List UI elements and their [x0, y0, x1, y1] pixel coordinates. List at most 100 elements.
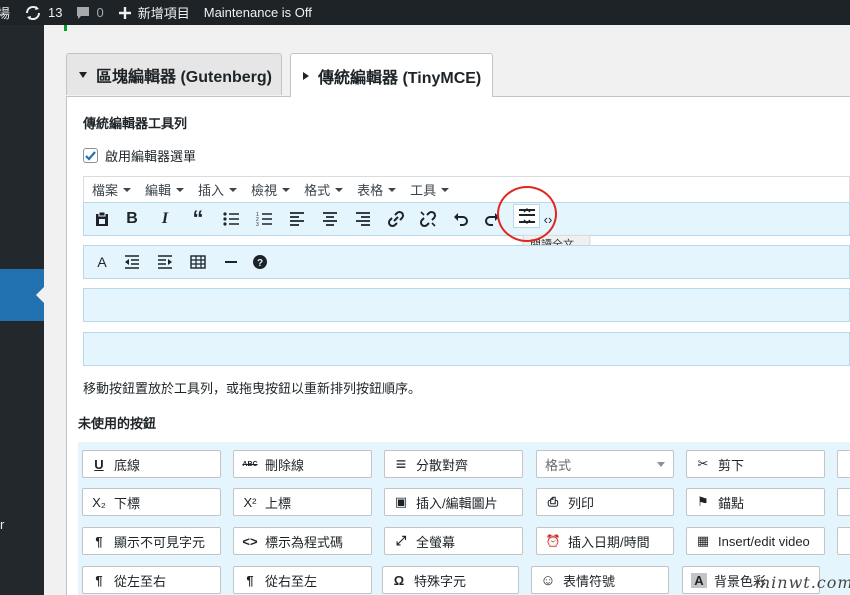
align-left-icon[interactable]	[284, 206, 310, 232]
caret-down-icon	[335, 187, 344, 192]
menu-edit-label: 編輯	[145, 183, 172, 198]
enable-menu-checkbox[interactable]	[83, 148, 98, 163]
format-select-label: 格式	[545, 457, 572, 473]
button-label: 標示為程式碼	[265, 534, 344, 550]
align-right-icon[interactable]	[350, 206, 376, 232]
button-label: 下標	[114, 495, 141, 511]
bold-icon[interactable]: B	[119, 206, 145, 232]
editor-toolbar-3[interactable]	[83, 288, 850, 322]
numbered-list-icon[interactable]: 123	[251, 206, 277, 232]
maintenance-status[interactable]: Maintenance is Off	[204, 5, 312, 20]
sidebar-current-arrow	[36, 287, 44, 303]
comments-link[interactable]: 0	[76, 5, 104, 20]
caret-down-icon	[388, 187, 397, 192]
unused-button-partial[interactable]	[837, 527, 850, 555]
align-center-icon[interactable]	[317, 206, 343, 232]
sidebar-cut-letter[interactable]: r	[0, 517, 4, 532]
comment-icon	[77, 6, 90, 19]
image-icon: ▣	[394, 494, 408, 509]
tab-gutenberg[interactable]: 區塊編輯器 (Gutenberg)	[66, 53, 282, 95]
menu-view[interactable]: 檢視	[251, 180, 291, 199]
svg-text:3: 3	[256, 222, 259, 226]
button-label: Insert/edit video	[718, 533, 810, 549]
scissors-icon: ✂	[697, 456, 709, 471]
unused-button-partial[interactable]	[837, 450, 850, 478]
unused-button-anchor[interactable]: ⚑ 錨點	[686, 488, 825, 516]
tab-gutenberg-label: 區塊編輯器 (Gutenberg)	[96, 68, 272, 86]
omega-icon: Ω	[393, 572, 405, 588]
tab-tinymce[interactable]: 傳統編輯器 (TinyMCE)	[290, 53, 493, 97]
strikethrough-icon: ABC	[242, 460, 258, 468]
horizontal-line-icon[interactable]	[218, 249, 244, 275]
help-icon[interactable]: ?	[247, 249, 273, 275]
background-color-icon: A	[691, 572, 707, 588]
comments-count: 0	[96, 5, 104, 20]
table-icon[interactable]	[185, 249, 211, 275]
triangle-down-icon	[79, 71, 87, 78]
unused-button-fullscreen[interactable]: ⤢ 全螢幕	[384, 527, 523, 555]
button-label: 刪除線	[265, 457, 305, 473]
unused-button-visual-chars[interactable]: ¶ 顯示不可見字元	[82, 527, 221, 555]
unused-button-partial[interactable]	[837, 488, 850, 516]
paste-icon[interactable]	[89, 206, 115, 232]
unused-button-charmap[interactable]: Ω 特殊字元	[382, 566, 519, 594]
updates-link[interactable]: 13	[24, 5, 62, 21]
unused-button-justify[interactable]: ≡ 分散對齊	[384, 450, 523, 478]
plus-icon	[118, 6, 131, 19]
caret-down-icon	[282, 187, 291, 192]
text-color-icon[interactable]: A	[89, 249, 115, 275]
unused-button-video[interactable]: ▦ Insert/edit video	[686, 527, 825, 555]
menu-table[interactable]: 表格	[357, 180, 397, 199]
unused-button-image[interactable]: ▣ 插入/編輯圖片	[384, 488, 523, 516]
button-label: 表情符號	[563, 573, 616, 589]
section-title: 傳統編輯器工具列	[83, 116, 188, 131]
menu-format[interactable]: 格式	[304, 180, 344, 199]
svg-text:?: ?	[257, 258, 263, 269]
unused-button-emoticons[interactable]: ☺ 表情符號	[531, 566, 669, 594]
button-label: 從右至左	[265, 573, 318, 589]
blockquote-icon[interactable]: “	[185, 206, 211, 232]
unused-button-ltr[interactable]: ¶ 從左至右	[82, 566, 221, 594]
menu-tools[interactable]: 工具	[410, 180, 450, 199]
unused-button-strikethrough[interactable]: ABC 刪除線	[233, 450, 372, 478]
unused-button-superscript[interactable]: X² 上標	[233, 488, 372, 516]
unused-button-rtl[interactable]: ¶ 從右至左	[233, 566, 372, 594]
help-text: 移動按鈕置放於工具列，或拖曳按鈕以重新排列按鈕順序。	[83, 381, 422, 396]
unused-button-print[interactable]: ⎙ 列印	[536, 488, 674, 516]
select-caret-icon	[657, 461, 665, 467]
menu-file[interactable]: 檔案	[92, 180, 132, 199]
menu-edit[interactable]: 編輯	[145, 180, 185, 199]
undo-icon[interactable]	[448, 206, 474, 232]
unused-button-datetime[interactable]: ⏰ 插入日期/時間	[536, 527, 674, 555]
menu-insert[interactable]: 插入	[198, 180, 238, 199]
indent-icon[interactable]	[152, 249, 178, 275]
unused-button-cut[interactable]: ✂ 剪下	[686, 450, 825, 478]
new-item-link[interactable]: 新增項目	[118, 3, 190, 22]
caret-down-icon	[176, 187, 185, 192]
menu-format-label: 格式	[304, 183, 331, 198]
smiley-icon: ☺	[540, 571, 556, 589]
button-label: 特殊字元	[414, 573, 467, 589]
unlink-icon[interactable]	[415, 206, 441, 232]
editor-toolbar-1: B I “ 123 ‹›	[83, 202, 850, 236]
link-icon[interactable]	[383, 206, 409, 232]
new-item-label: 新增項目	[137, 6, 190, 21]
unused-button-code[interactable]: <> 標示為程式碼	[233, 527, 372, 555]
enable-menu-row[interactable]: 啟用編輯器選單	[83, 146, 196, 165]
editor-toolbar-4[interactable]	[83, 332, 850, 366]
checkmark-icon	[85, 151, 96, 161]
button-label: 剪下	[718, 457, 745, 473]
admin-sidebar: r	[0, 25, 44, 595]
button-label: 錨點	[718, 495, 745, 511]
code-icon: <>	[242, 533, 258, 549]
unused-button-subscript[interactable]: X₂ 下標	[82, 488, 221, 516]
unused-format-select[interactable]: 格式	[536, 450, 674, 478]
italic-icon[interactable]: I	[152, 206, 178, 232]
outdent-icon[interactable]	[119, 249, 145, 275]
button-label: 插入日期/時間	[568, 534, 650, 550]
justify-icon: ≡	[395, 453, 407, 474]
unused-button-underline[interactable]: U 底線	[82, 450, 221, 478]
fullscreen-icon: ⤢	[395, 533, 407, 548]
adminbar-cut-text[interactable]: 場	[0, 3, 10, 22]
bullet-list-icon[interactable]	[218, 206, 244, 232]
